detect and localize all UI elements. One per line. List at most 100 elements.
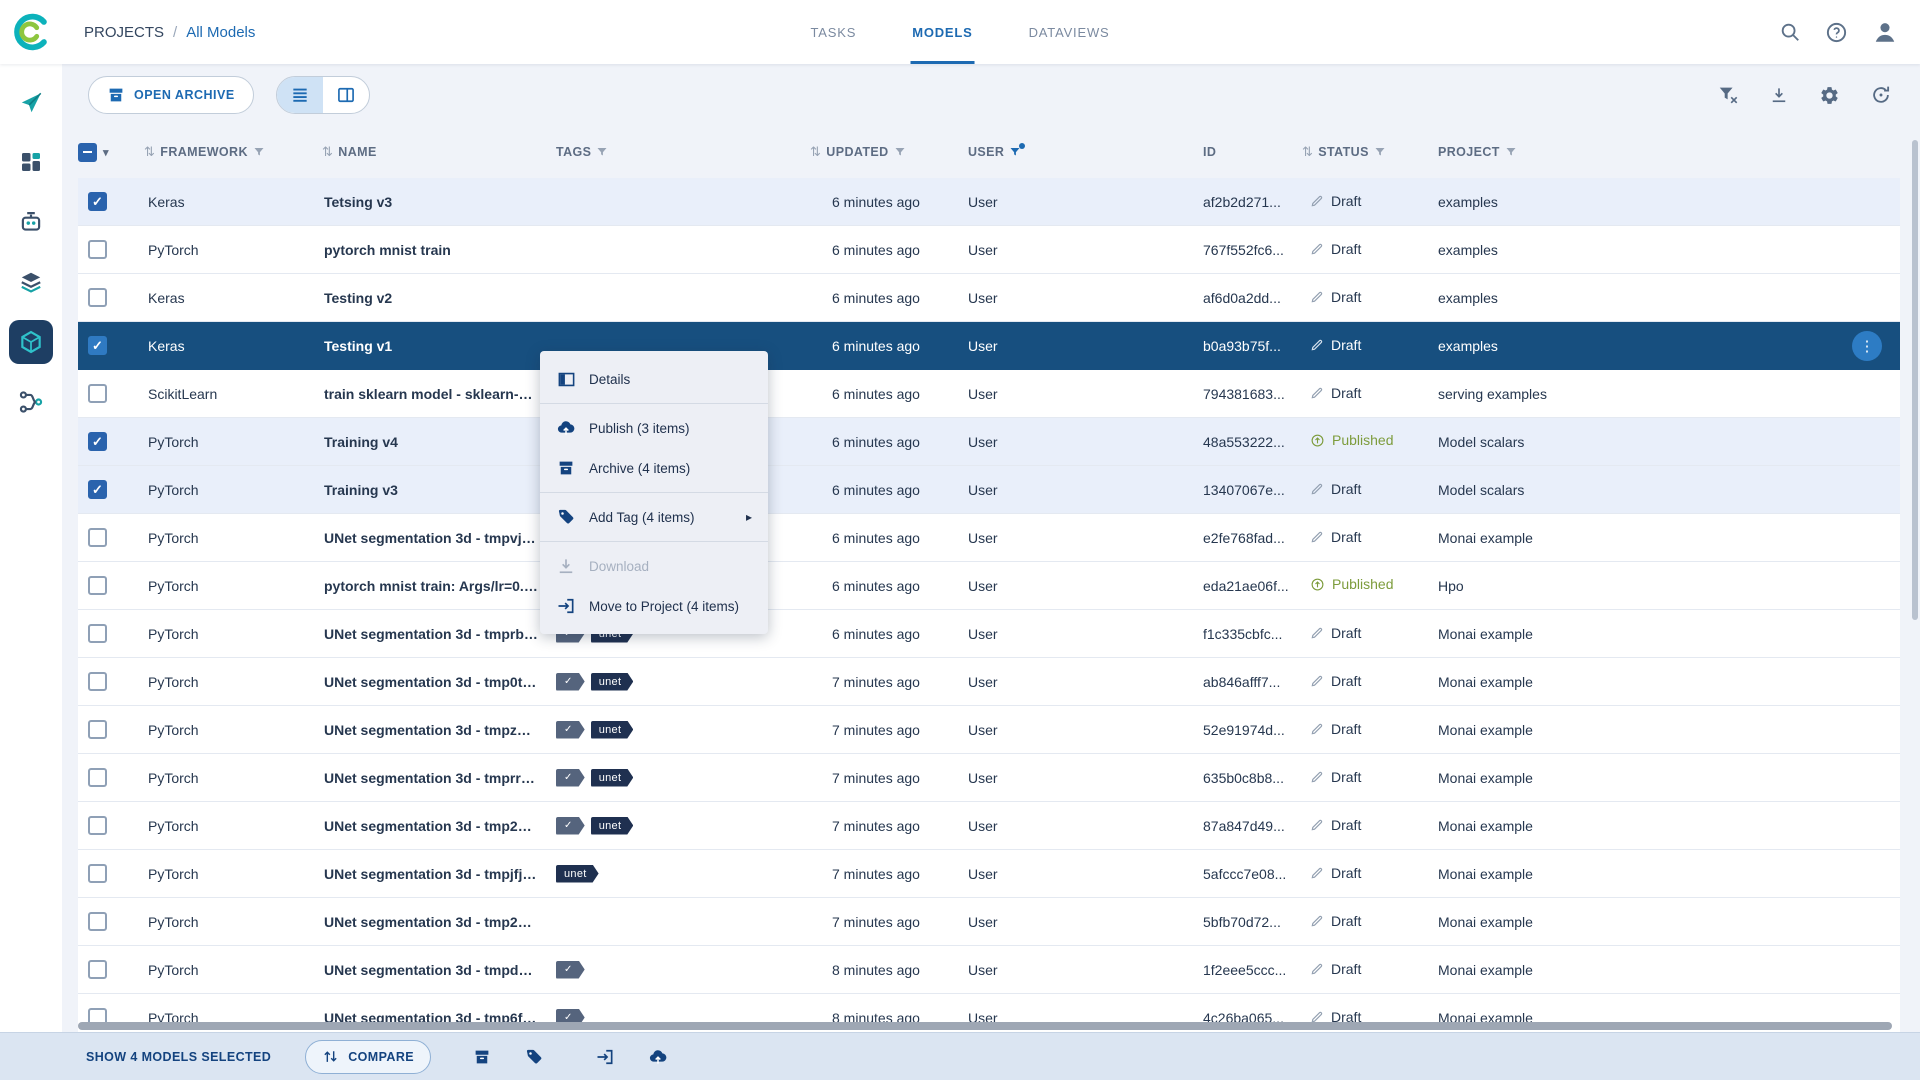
download-button[interactable] xyxy=(1769,85,1789,105)
vertical-scrollbar[interactable] xyxy=(1912,140,1918,620)
tag-button[interactable] xyxy=(524,1047,544,1067)
row-checkbox[interactable] xyxy=(88,192,107,211)
model-name[interactable]: UNet segmentation 3d - tmpjfjpv... xyxy=(322,866,548,882)
tag-chip[interactable]: unet xyxy=(591,769,634,787)
row-checkbox[interactable] xyxy=(88,720,107,739)
tag-check-chip[interactable]: ✓ xyxy=(556,769,585,787)
select-all-checkbox[interactable] xyxy=(78,142,97,162)
tag-check-chip[interactable]: ✓ xyxy=(556,721,585,739)
tab-models[interactable]: MODELS xyxy=(910,0,975,64)
menu-item-add-tag[interactable]: Add Tag (4 items) ▸ xyxy=(540,497,768,537)
row-checkbox[interactable] xyxy=(88,816,107,835)
show-selected-button[interactable]: SHOW 4 MODELS SELECTED xyxy=(86,1050,271,1064)
column-header-updated[interactable]: ⇅ UPDATED xyxy=(810,144,960,160)
tab-tasks[interactable]: TASKS xyxy=(809,0,859,64)
sort-icon[interactable]: ⇅ xyxy=(322,144,333,160)
sidebar-item-datasets[interactable] xyxy=(9,260,53,304)
sort-icon[interactable]: ⇅ xyxy=(144,144,155,160)
table-row[interactable]: PyTorch pytorch mnist train: Args/lr=0.01… xyxy=(78,562,1900,610)
move-button[interactable] xyxy=(595,1047,615,1067)
user-button[interactable] xyxy=(1872,19,1898,45)
row-checkbox[interactable] xyxy=(88,864,107,883)
row-checkbox[interactable] xyxy=(88,288,107,307)
row-checkbox[interactable] xyxy=(88,672,107,691)
table-row[interactable]: Keras Testing v2 6 minutes ago User af6d0a2d… xyxy=(78,274,1900,322)
tag-chip[interactable]: unet xyxy=(591,817,634,835)
breadcrumb-current[interactable]: All Models xyxy=(186,24,255,41)
table-row[interactable]: PyTorch pytorch mnist train 6 minutes ago U… xyxy=(78,226,1900,274)
search-button[interactable] xyxy=(1779,21,1801,43)
filter-icon[interactable] xyxy=(1009,143,1026,158)
table-row[interactable]: PyTorch Training v3 6 minutes ago User 13407… xyxy=(78,466,1900,514)
table-row[interactable]: PyTorch UNet segmentation 3d - tmp0tu... ✓… xyxy=(78,658,1900,706)
publish-button[interactable] xyxy=(648,1047,668,1067)
row-checkbox[interactable] xyxy=(88,768,107,787)
sort-icon[interactable]: ⇅ xyxy=(1302,144,1313,160)
model-name[interactable]: pytorch mnist train: Args/lr=0.01 xyxy=(322,578,548,594)
model-name[interactable]: UNet segmentation 3d - tmpvjhyl... xyxy=(322,530,548,546)
row-checkbox[interactable] xyxy=(88,480,107,499)
table-row[interactable]: PyTorch UNet segmentation 3d - tmpvjhyl..… xyxy=(78,514,1900,562)
row-checkbox[interactable] xyxy=(88,912,107,931)
column-header-user[interactable]: USER xyxy=(960,143,1195,159)
row-checkbox[interactable] xyxy=(88,336,107,355)
table-row[interactable]: ScikitLearn train sklearn model - sklearn… xyxy=(78,370,1900,418)
sidebar-item-workers[interactable] xyxy=(9,200,53,244)
model-name[interactable]: UNet segmentation 3d - tmp0tu... xyxy=(322,674,548,690)
tag-chip[interactable]: unet xyxy=(556,865,599,883)
menu-item-archive[interactable]: Archive (4 items) xyxy=(540,448,768,488)
table-row[interactable]: PyTorch UNet segmentation 3d - tmprrae...… xyxy=(78,754,1900,802)
table-row[interactable]: PyTorch UNet segmentation 3d - tmpdm4... ✓… xyxy=(78,946,1900,994)
clear-filters-button[interactable] xyxy=(1717,84,1739,106)
filter-icon[interactable] xyxy=(253,146,265,158)
help-button[interactable] xyxy=(1825,21,1848,44)
breadcrumb-root[interactable]: PROJECTS xyxy=(84,24,164,41)
table-row[interactable]: PyTorch Training v4 6 minutes ago User 48a55… xyxy=(78,418,1900,466)
model-name[interactable]: Testing v1 xyxy=(322,338,548,354)
table-row[interactable]: Keras Tetsing v3 6 minutes ago User af2b2d27… xyxy=(78,178,1900,226)
split-view-toggle[interactable] xyxy=(323,77,369,113)
tag-check-chip[interactable]: ✓ xyxy=(556,961,585,979)
table-row[interactable]: PyTorch UNet segmentation 3d - tmpjfjpv..… xyxy=(78,850,1900,898)
filter-icon[interactable] xyxy=(596,146,608,158)
table-row[interactable]: PyTorch UNet segmentation 3d - tmp2kr0...… xyxy=(78,898,1900,946)
row-checkbox[interactable] xyxy=(88,576,107,595)
model-name[interactable]: train sklearn model - sklearn-mo... xyxy=(322,386,548,402)
table-view-toggle[interactable] xyxy=(276,77,323,113)
column-header-status[interactable]: ⇅ STATUS xyxy=(1302,144,1430,160)
model-name[interactable]: UNet segmentation 3d - tmprb9d... xyxy=(322,626,548,642)
compare-button[interactable]: COMPARE xyxy=(305,1039,431,1074)
filter-icon[interactable] xyxy=(1505,146,1517,158)
model-name[interactable]: Training v4 xyxy=(322,434,548,450)
menu-item-details[interactable]: Details xyxy=(540,359,768,399)
tag-chip[interactable]: unet xyxy=(591,721,634,739)
settings-button[interactable] xyxy=(1819,85,1840,106)
archive-button[interactable] xyxy=(473,1048,491,1066)
model-name[interactable]: UNet segmentation 3d - tmpzh0... xyxy=(322,722,548,738)
tag-check-chip[interactable]: ✓ xyxy=(556,817,585,835)
model-name[interactable]: pytorch mnist train xyxy=(322,242,548,258)
tag-check-chip[interactable]: ✓ xyxy=(556,673,585,691)
column-header-id[interactable]: ID xyxy=(1195,145,1302,159)
sidebar-item-pipelines[interactable] xyxy=(9,380,53,424)
row-checkbox[interactable] xyxy=(88,384,107,403)
row-checkbox[interactable] xyxy=(88,960,107,979)
model-name[interactable]: UNet segmentation 3d - tmp2kr0... xyxy=(322,914,548,930)
model-name[interactable]: Training v3 xyxy=(322,482,548,498)
tag-chip[interactable]: unet xyxy=(591,673,634,691)
sort-icon[interactable]: ⇅ xyxy=(810,144,821,160)
sidebar-item-rocket[interactable] xyxy=(9,80,53,124)
column-header-name[interactable]: ⇅ NAME xyxy=(322,144,548,160)
clearml-logo[interactable] xyxy=(0,9,62,55)
column-header-framework[interactable]: ⇅ FRAMEWORK xyxy=(144,144,322,160)
table-row[interactable]: PyTorch UNet segmentation 3d - tmprb9d...… xyxy=(78,610,1900,658)
auto-refresh-button[interactable] xyxy=(1870,84,1892,106)
model-name[interactable]: UNet segmentation 3d - tmpdm4... xyxy=(322,962,548,978)
menu-item-move-to-project[interactable]: Move to Project (4 items) xyxy=(540,586,768,626)
table-row[interactable]: Keras Testing v1 6 minutes ago User b0a93b75… xyxy=(78,322,1900,370)
row-checkbox[interactable] xyxy=(88,240,107,259)
model-name[interactable]: UNet segmentation 3d - tmprrae... xyxy=(322,770,548,786)
model-name[interactable]: Tetsing v3 xyxy=(322,194,548,210)
sidebar-item-dashboard[interactable] xyxy=(9,140,53,184)
row-checkbox[interactable] xyxy=(88,432,107,451)
